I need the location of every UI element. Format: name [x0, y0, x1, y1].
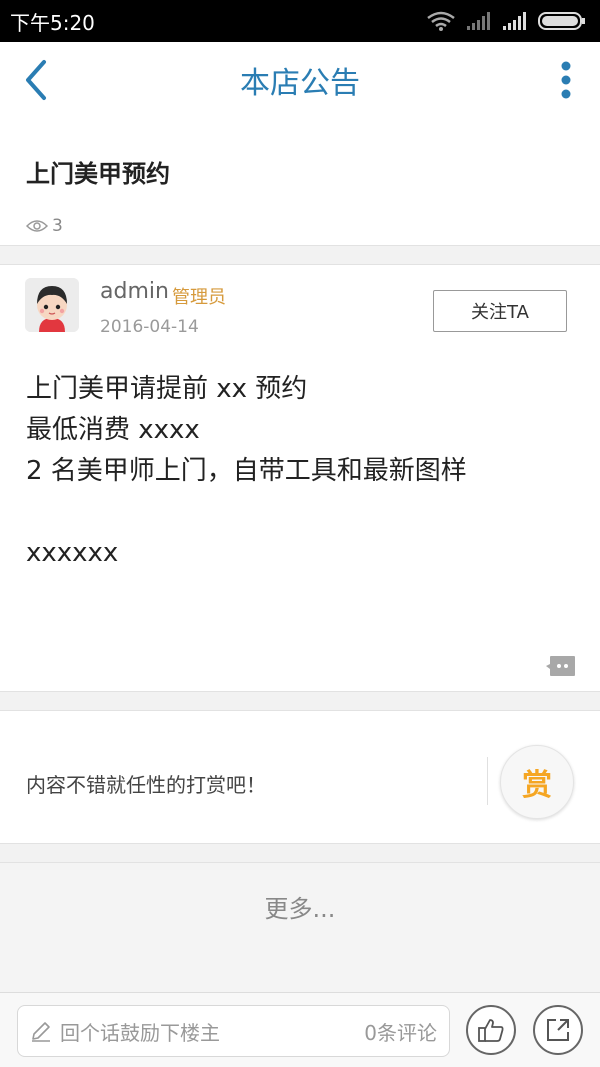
signal-icon [503, 12, 526, 30]
post-header: 上门美甲预约 3 [0, 118, 600, 246]
post-body: 上门美甲请提前 xx 预约 最低消费 xxxx 2 名美甲师上门，自带工具和最新… [26, 369, 576, 574]
share-button[interactable] [533, 1005, 583, 1055]
like-button[interactable] [466, 1005, 516, 1055]
comment-placeholder: 回个话鼓励下楼主 [60, 1020, 220, 1045]
eye-icon [26, 220, 48, 232]
back-icon[interactable] [18, 56, 58, 104]
thumbs-up-icon [478, 1019, 504, 1042]
post-date: 2016-04-14 [100, 317, 199, 337]
role-badge: 管理员 [172, 287, 226, 308]
divider [487, 757, 488, 805]
share-icon [547, 1019, 569, 1041]
status-time: 下午5:20 [10, 10, 95, 35]
post-body-line: 2 名美甲师上门，自带工具和最新图样 [26, 456, 467, 486]
view-count-value: 3 [52, 216, 63, 236]
signal-icon [467, 12, 490, 30]
post-body-line: 最低消费 xxxx [26, 415, 200, 445]
comment-icon[interactable] [546, 655, 576, 679]
comment-input[interactable]: 回个话鼓励下楼主 0条评论 [17, 1005, 450, 1057]
view-count: 3 [26, 216, 63, 236]
reward-section: 内容不错就任性的打赏吧！ 赏 [0, 710, 600, 844]
more-section: 更多... [0, 862, 600, 992]
author-name[interactable]: admin [100, 279, 169, 304]
reward-button[interactable]: 赏 [500, 745, 574, 819]
status-icons [426, 11, 586, 31]
more-link[interactable]: 更多... [265, 889, 336, 992]
avatar-image [25, 278, 79, 332]
comment-count: 0条评论 [364, 1020, 437, 1045]
reward-prompt: 内容不错就任性的打赏吧！ [26, 773, 266, 797]
post-card: admin 管理员 2016-04-14 关注TA 上门美甲请提前 xx 预约 … [0, 264, 600, 692]
bottom-bar: 回个话鼓励下楼主 0条评论 [0, 992, 600, 1067]
more-options-icon[interactable] [554, 56, 578, 104]
avatar[interactable] [25, 278, 79, 332]
nav-bar: 本店公告 [0, 42, 600, 118]
post-body-line [26, 492, 576, 533]
post-body-line: xxxxxx [26, 538, 119, 568]
follow-button[interactable]: 关注TA [433, 290, 567, 332]
post-title: 上门美甲预约 [26, 160, 170, 188]
wifi-icon [427, 11, 455, 31]
battery-icon [538, 12, 585, 30]
post-body-line: 上门美甲请提前 xx 预约 [26, 374, 308, 404]
pencil-icon [32, 1022, 50, 1042]
page-title: 本店公告 [240, 66, 360, 101]
status-bar: 下午5:20 [0, 0, 600, 42]
